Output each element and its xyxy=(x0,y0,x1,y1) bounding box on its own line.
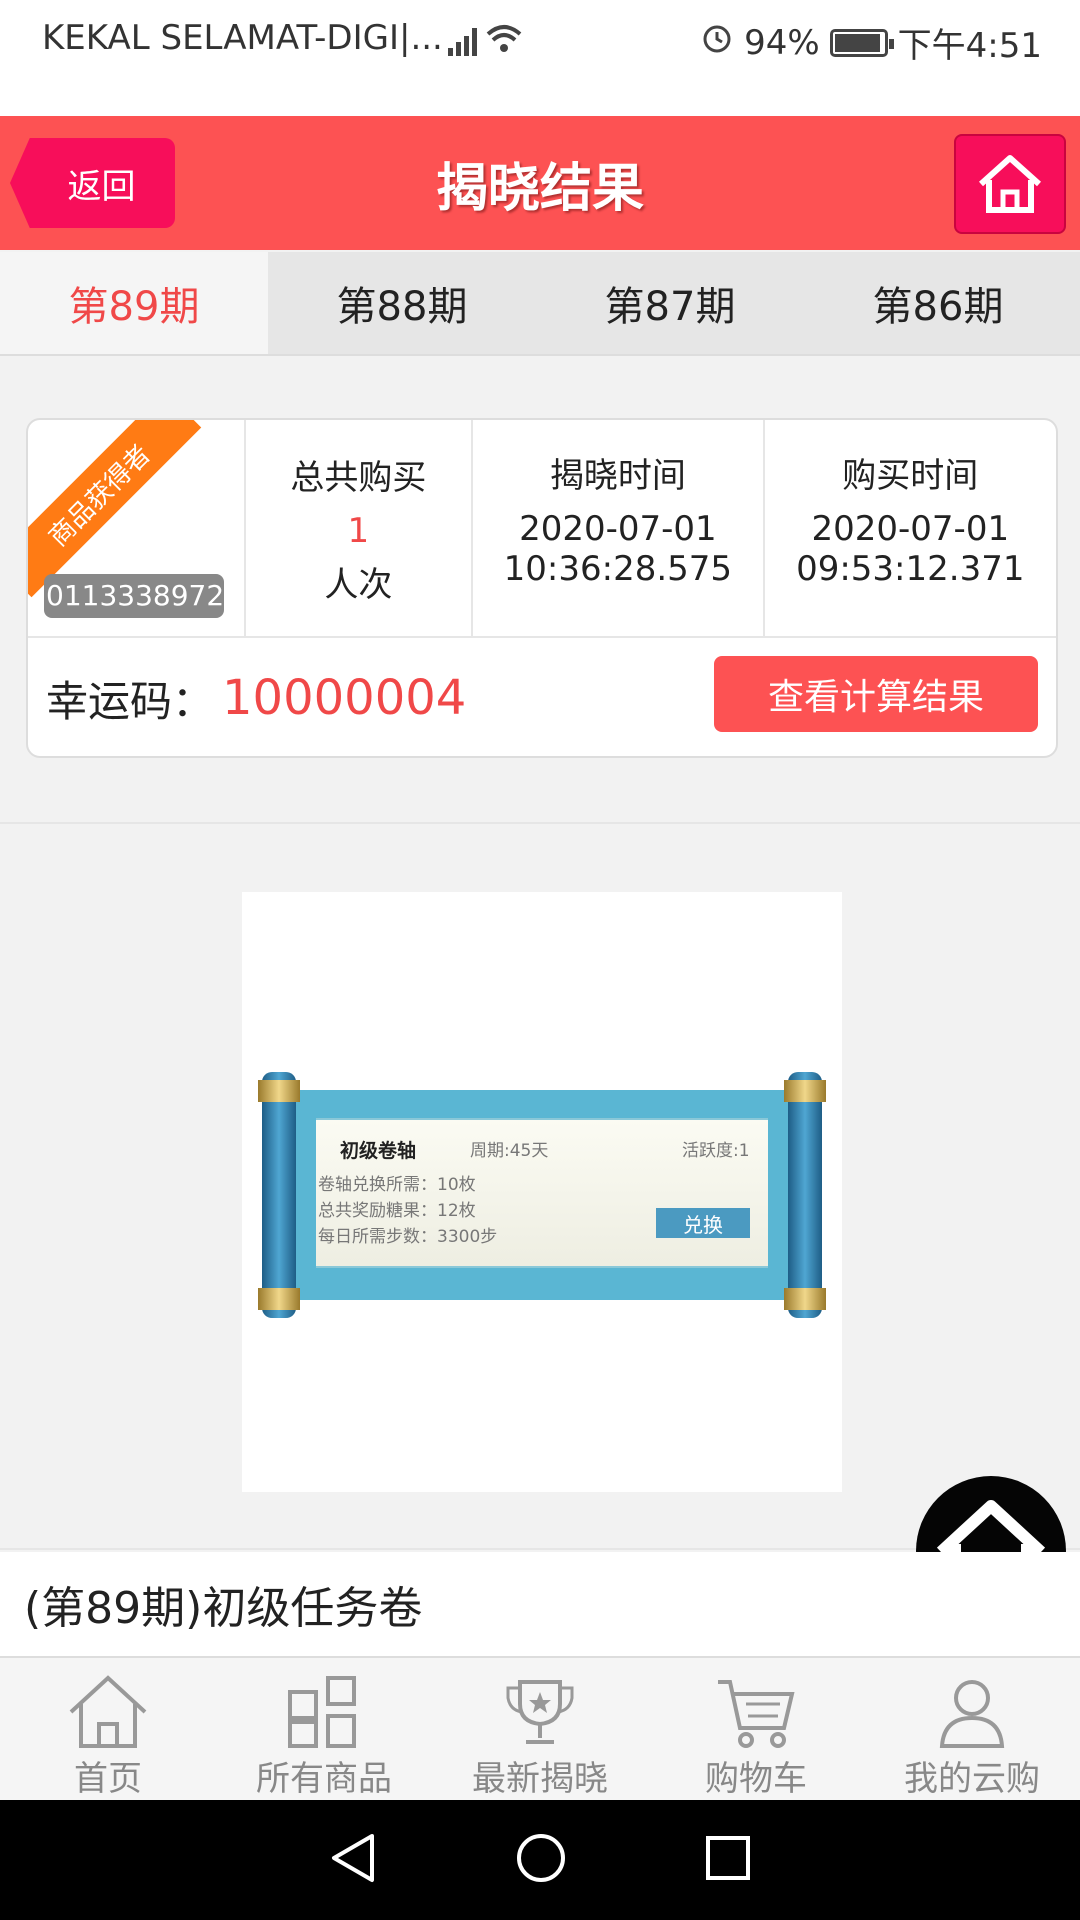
winner-cell: 商品获得者 01133389722 xyxy=(28,420,246,636)
nav-label-my-account: 我的云购 xyxy=(904,1759,1040,1799)
home-icon xyxy=(67,1672,149,1751)
home-circle-icon[interactable] xyxy=(515,1832,567,1888)
grid-icon xyxy=(288,1672,360,1751)
nav-item-home[interactable]: 首页 xyxy=(0,1658,216,1800)
reveal-date: 2020-07-01 xyxy=(519,508,717,549)
total-label: 总共购买 xyxy=(290,458,427,498)
status-right: 94% 下午4:51 xyxy=(700,18,1042,67)
scroll-activity: 活跃度:1 xyxy=(682,1141,750,1161)
system-nav-bar xyxy=(0,1800,1080,1920)
product-title: (第89期)初级任务卷 xyxy=(0,1552,1080,1656)
total-value: 1 xyxy=(347,511,370,551)
tab-period-88[interactable]: 第88期 xyxy=(268,252,536,354)
buy-label: 购买时间 xyxy=(842,455,979,496)
reveal-time-cell: 揭晓时间 2020-07-01 10:36:28.575 xyxy=(473,420,765,636)
scroll-line1: 卷轴兑换所需：10枚 xyxy=(318,1175,476,1195)
lucky-code-label: 幸运码： xyxy=(46,676,215,726)
home-icon xyxy=(978,155,1042,213)
trophy-icon xyxy=(504,1672,576,1751)
winner-id: 01133389722 xyxy=(44,574,224,618)
battery-icon xyxy=(829,28,894,57)
bottom-nav: 首页 所有商品 最新揭晓 购物车 我的云购 xyxy=(0,1656,1080,1800)
reveal-label: 揭晓时间 xyxy=(549,455,686,496)
back-triangle-icon[interactable] xyxy=(328,1832,378,1888)
nav-label-latest-reveal: 最新揭晓 xyxy=(472,1759,608,1799)
header-bar: 返回 揭晓结果 xyxy=(0,116,1080,250)
nav-label-all-products: 所有商品 xyxy=(256,1759,392,1799)
signal-icon xyxy=(448,25,522,56)
buy-time: 09:53:12.371 xyxy=(796,548,1025,589)
lucky-code-value: 10000004 xyxy=(222,670,467,726)
view-calculation-button[interactable]: 查看计算结果 xyxy=(714,656,1038,732)
winner-ribbon: 商品获得者 xyxy=(28,420,202,598)
signal-wifi-icons xyxy=(448,20,528,69)
product-image[interactable]: 初级卷轴 周期:45天 活跃度:1 卷轴兑换所需：10枚 总共奖励糖果：12枚 … xyxy=(242,892,842,1492)
status-bar: KEKAL SELAMAT-DIGI|... 94% 下午4:51 xyxy=(0,0,1080,116)
home-button[interactable] xyxy=(954,134,1066,234)
buy-time-cell: 购买时间 2020-07-01 09:53:12.371 xyxy=(765,420,1056,636)
scroll-period: 周期:45天 xyxy=(470,1141,549,1161)
buy-date: 2020-07-01 xyxy=(811,508,1010,549)
nav-item-my-account[interactable]: 我的云购 xyxy=(864,1658,1080,1800)
product-image-area: 初级卷轴 周期:45天 活跃度:1 卷轴兑换所需：10枚 总共奖励糖果：12枚 … xyxy=(0,822,1080,1550)
scroll-line3: 每日所需步数：3300步 xyxy=(318,1227,498,1247)
scroll-line2: 总共奖励糖果：12枚 xyxy=(318,1201,476,1221)
scroll-title: 初级卷轴 xyxy=(340,1140,417,1162)
page-title: 揭晓结果 xyxy=(435,159,644,219)
battery-percent: 94% xyxy=(744,22,820,63)
user-icon xyxy=(936,1672,1008,1751)
nav-item-all-products[interactable]: 所有商品 xyxy=(216,1658,432,1800)
tab-period-87[interactable]: 第87期 xyxy=(536,252,804,354)
nav-label-cart: 购物车 xyxy=(705,1759,807,1799)
tab-period-86[interactable]: 第86期 xyxy=(804,252,1072,354)
tab-period-89[interactable]: 第89期 xyxy=(0,252,268,354)
recents-square-icon[interactable] xyxy=(704,1834,752,1886)
total-purchase-cell: 总共购买 1 人次 xyxy=(246,420,474,636)
clock: 下午4:51 xyxy=(897,26,1042,66)
carrier-name: KEKAL SELAMAT-DIGI|... xyxy=(42,18,443,58)
alarm-icon xyxy=(700,21,734,64)
nav-label-home: 首页 xyxy=(74,1759,142,1799)
cart-icon xyxy=(716,1672,796,1751)
nav-item-cart[interactable]: 购物车 xyxy=(648,1658,864,1800)
result-card: 商品获得者 01133389722 总共购买 1 人次 揭晓时间 2020-07… xyxy=(26,418,1058,758)
scroll-exchange-button: 兑换 xyxy=(656,1208,750,1238)
total-unit: 人次 xyxy=(324,565,393,605)
scroll-graphic: 初级卷轴 周期:45天 活跃度:1 卷轴兑换所需：10枚 总共奖励糖果：12枚 … xyxy=(258,1072,826,1318)
reveal-time: 10:36:28.575 xyxy=(503,548,733,589)
nav-item-latest-reveal[interactable]: 最新揭晓 xyxy=(432,1658,648,1800)
period-tabs: 第89期 第88期 第87期 第86期 xyxy=(0,252,1080,356)
